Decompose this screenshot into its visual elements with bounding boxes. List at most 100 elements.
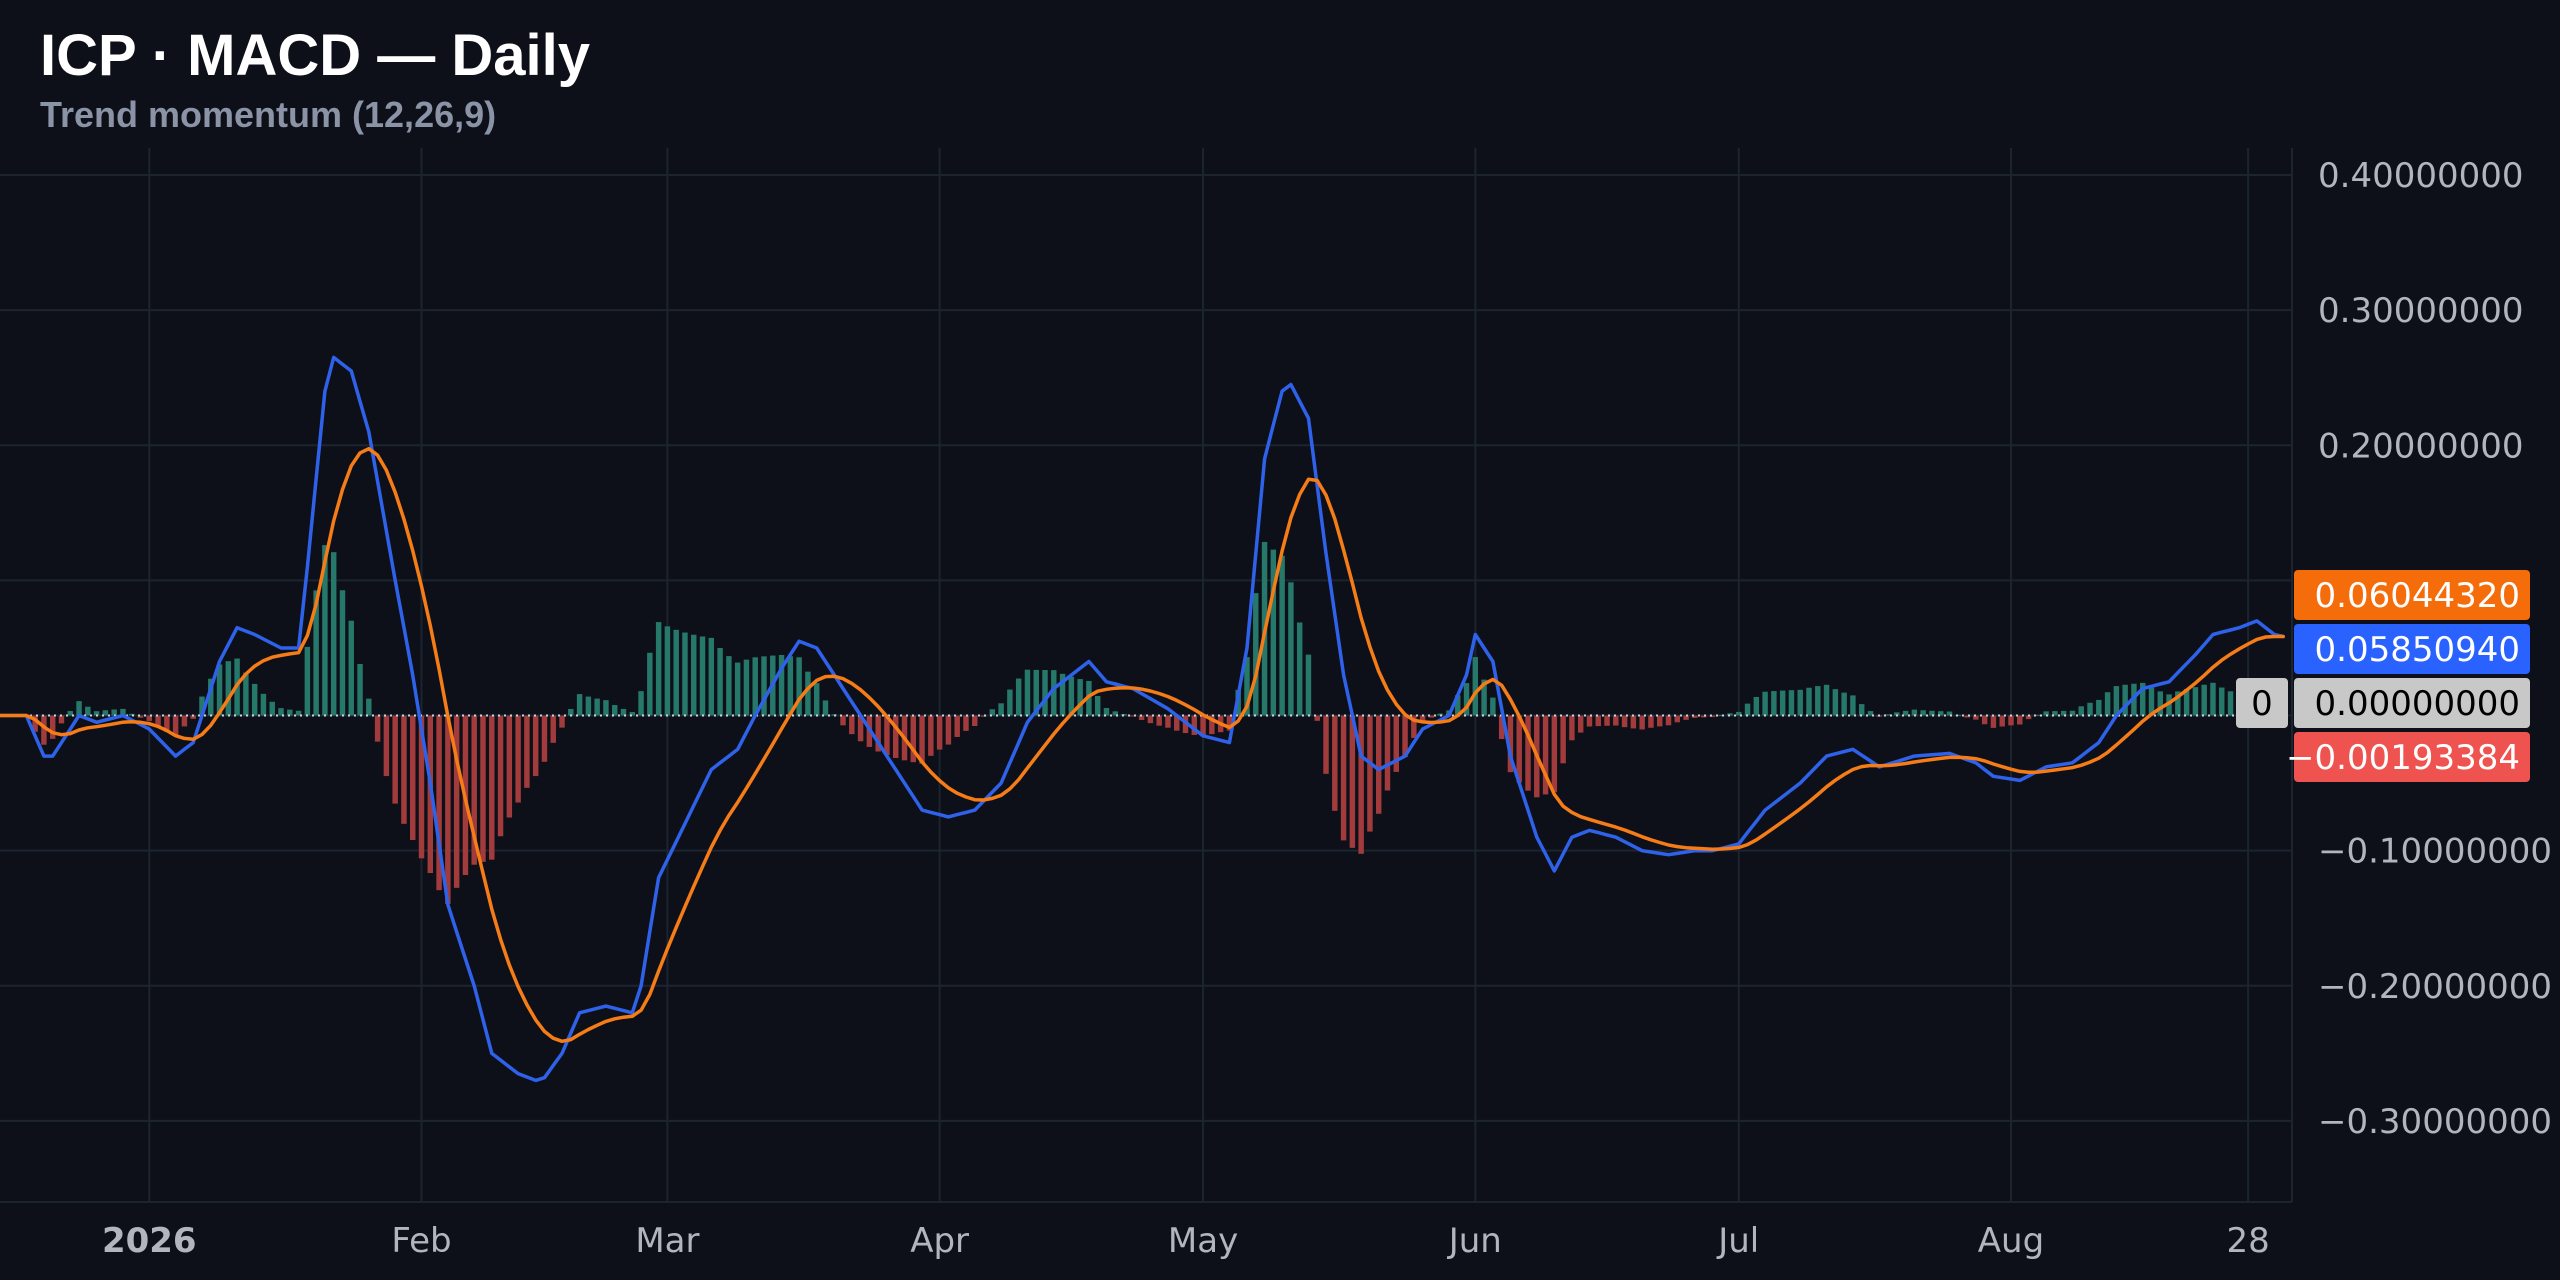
histogram-bar <box>752 657 758 716</box>
histogram-bar <box>708 637 715 716</box>
histogram-bar <box>936 715 943 750</box>
histogram-bar <box>1156 715 1162 726</box>
histogram-bar <box>1630 715 1637 729</box>
histogram-bar <box>1586 715 1593 727</box>
histogram-bar <box>1165 715 1171 728</box>
x-tick-label: 2026 <box>102 1221 197 1261</box>
histogram-bar <box>550 715 556 743</box>
histogram-bar <box>251 683 258 716</box>
y-tick-label: 0.30000000 <box>2318 291 2524 331</box>
histogram-bar <box>1639 715 1645 730</box>
histogram-bar <box>532 715 539 777</box>
histogram-bar <box>506 715 513 818</box>
histogram-bar <box>278 708 284 716</box>
price-tags: 0.06044320 0.05850940 0 0.00000000 −0.001933… <box>2236 570 2530 783</box>
histogram-bar <box>49 715 56 739</box>
x-tick-label: Jul <box>1716 1221 1759 1261</box>
x-tick-label: Apr <box>910 1221 969 1261</box>
histogram-bar <box>699 636 706 716</box>
histogram-bar <box>1858 704 1865 716</box>
histogram-bar <box>260 693 267 716</box>
x-tick-label: Mar <box>635 1221 699 1261</box>
histogram-bar <box>2192 687 2199 716</box>
histogram-bar <box>849 715 855 735</box>
histogram-bar <box>734 662 741 716</box>
histogram-bar <box>1253 593 1259 716</box>
histogram-bar <box>181 715 188 727</box>
histogram-bar <box>480 715 486 862</box>
histogram-bar <box>1569 715 1575 741</box>
histogram-bar <box>2087 702 2093 716</box>
histogram-bar <box>2017 715 2023 725</box>
x-axis-ticks: 2026 Feb Mar Apr May Jun Jul Aug 28 <box>102 1221 2270 1261</box>
histogram-bar <box>1990 715 1997 728</box>
histogram-bar <box>1885 714 1891 716</box>
price-tag-value: −0.00193384 <box>2286 738 2520 778</box>
histogram-bar <box>2008 715 2014 726</box>
histogram-bar <box>673 629 679 716</box>
histogram-bar <box>58 715 65 724</box>
histogram-bar <box>813 683 820 716</box>
histogram-bar <box>1595 715 1601 727</box>
histogram-bar <box>717 647 723 716</box>
histogram-bar <box>85 706 91 716</box>
histogram-bar <box>1753 697 1760 716</box>
histogram-bar <box>225 661 232 716</box>
histogram-bar <box>928 715 934 756</box>
histogram-layer <box>0 541 2286 904</box>
histogram-bar <box>954 715 960 737</box>
histogram-bar <box>1744 703 1751 716</box>
histogram-bar <box>366 698 372 716</box>
histogram-bar <box>998 703 1004 716</box>
histogram-bar <box>541 715 548 762</box>
histogram-bar <box>269 701 275 716</box>
histogram-bar <box>1358 715 1364 854</box>
histogram-bar <box>1103 708 1110 716</box>
histogram-bar <box>963 715 969 731</box>
histogram-bar <box>647 652 653 716</box>
histogram-bar <box>611 705 618 716</box>
histogram-bar <box>691 634 697 716</box>
histogram-bar <box>787 656 794 716</box>
histogram-bar <box>1788 690 1795 716</box>
histogram-bar <box>357 664 363 716</box>
histogram-bar <box>1779 690 1786 716</box>
histogram-bar <box>374 715 381 742</box>
histogram-bar <box>392 715 398 804</box>
histogram-bar <box>76 701 82 716</box>
histogram-bar <box>1762 691 1768 716</box>
histogram-bar <box>576 694 583 716</box>
price-tag: −0.00193384 <box>2286 732 2530 783</box>
histogram-bar <box>945 715 952 745</box>
histogram-bar <box>1613 715 1619 726</box>
histogram-bar <box>1806 687 1812 716</box>
histogram-bar <box>1094 695 1101 716</box>
histogram-bar <box>1015 678 1022 716</box>
histogram-bar <box>489 715 495 860</box>
histogram-bar <box>1841 692 1847 716</box>
histogram-bar <box>726 656 732 716</box>
histogram-bar <box>1007 689 1013 716</box>
histogram-bar <box>2210 682 2216 716</box>
histogram-bar <box>1024 669 1031 716</box>
histogram-bar <box>1296 622 1303 716</box>
histogram-bar <box>743 659 750 716</box>
histogram-bar <box>893 715 899 758</box>
x-tick-label: Jun <box>1447 1221 1502 1261</box>
histogram-bar <box>1367 715 1373 832</box>
histogram-bar <box>1042 669 1048 716</box>
y-tick-label: −0.10000000 <box>2318 832 2552 872</box>
histogram-bar <box>1850 695 1856 716</box>
histogram-bar <box>383 715 390 777</box>
histogram-bar <box>822 700 829 716</box>
histogram-bar <box>330 552 337 716</box>
histogram-bar <box>972 715 978 727</box>
y-tick-label: 0.20000000 <box>2318 426 2524 466</box>
price-tag-value: 0.05850940 <box>2315 630 2521 670</box>
x-tick-label: 28 <box>2226 1221 2269 1261</box>
y-tick-label: −0.20000000 <box>2318 967 2552 1007</box>
price-tag: 0.05850940 <box>2294 624 2530 675</box>
histogram-bar <box>603 700 609 716</box>
histogram-bar <box>1771 691 1777 716</box>
histogram-bar <box>1340 715 1347 841</box>
